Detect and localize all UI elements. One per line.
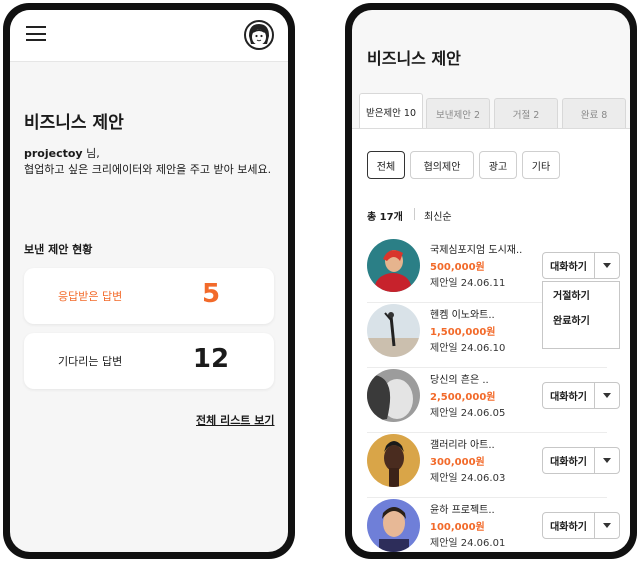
item-info: 당신의 흔은 .. 2,500,000원 제안일 24.06.05 — [430, 373, 505, 422]
section-title: 보낸 제안 현황 — [24, 243, 93, 256]
stat-card-answered[interactable]: 응답받은 답변 5 — [24, 268, 274, 324]
profile-avatar[interactable] — [244, 20, 274, 50]
right-screen: 비즈니스 제안 받은제안 10 보낸제안 2 거절 2 완료 8 전체 협의제안… — [352, 10, 630, 552]
chat-button[interactable]: 대화하기 — [543, 383, 595, 408]
item-info: 헨켐 이노와트.. 1,500,000원 제안일 24.06.10 — [430, 308, 505, 357]
tab-rejected[interactable]: 거절 2 — [494, 98, 558, 129]
item-title: 윤하 프로젝트.. — [430, 505, 495, 516]
chat-split-button: 대화하기 — [542, 252, 620, 279]
greeting-message: 협업하고 싶은 크리에이터와 제안을 주고 받아 보세요. — [24, 163, 272, 176]
caret-down-icon — [603, 523, 611, 528]
thumbnail-image — [367, 239, 420, 292]
list-item[interactable]: 갤러리라 아트.. 300,000원 제안일 24.06.03 대화하기 — [367, 433, 620, 498]
item-date: 제안일 24.06.11 — [430, 278, 506, 289]
greeting-username: projectoy — [24, 147, 83, 160]
filter-etc[interactable]: 기타 — [522, 151, 560, 179]
item-date: 제안일 24.06.10 — [430, 343, 506, 354]
item-date: 제안일 24.06.03 — [430, 473, 506, 484]
tab-divider — [352, 128, 630, 129]
divider — [414, 208, 415, 220]
sort-selector[interactable]: 최신순 — [424, 208, 452, 223]
greeting-text: projectoy 님, 협업하고 싶은 크리에이터와 제안을 주고 받아 보세… — [24, 146, 279, 178]
item-info: 국제심포지엄 도시재.. 500,000원 제안일 24.06.11 — [430, 243, 522, 292]
tab-sent[interactable]: 보낸제안 2 — [426, 98, 490, 129]
item-title: 국제심포지엄 도시재.. — [430, 245, 523, 256]
menu-icon[interactable] — [26, 26, 46, 41]
chat-button[interactable]: 대화하기 — [543, 253, 595, 278]
thumbnail-image — [367, 369, 420, 422]
item-date: 제안일 24.06.01 — [430, 538, 506, 549]
item-price: 1,500,000원 — [430, 327, 496, 338]
top-bar — [10, 10, 288, 62]
thumbnail-image — [367, 304, 420, 357]
stat-label: 기다리는 답변 — [58, 355, 123, 368]
item-info: 윤하 프로젝트.. 100,000원 제안일 24.06.01 — [430, 503, 505, 552]
left-screen: 비즈니스 제안 projectoy 님, 협업하고 싶은 크리에이터와 제안을 … — [10, 10, 288, 552]
item-title: 갤러리라 아트.. — [430, 440, 495, 451]
caret-down-icon — [603, 458, 611, 463]
chat-button[interactable]: 대화하기 — [543, 448, 595, 473]
left-phone-frame: 비즈니스 제안 projectoy 님, 협업하고 싶은 크리에이터와 제안을 … — [3, 3, 295, 559]
view-all-link[interactable]: 전체 리스트 보기 — [196, 412, 275, 428]
list-item[interactable]: 윤하 프로젝트.. 100,000원 제안일 24.06.01 대화하기 — [367, 498, 620, 552]
greeting-suffix: 님, — [82, 147, 100, 160]
stat-label: 응답받은 답변 — [58, 290, 123, 303]
page-title: 비즈니스 제안 — [367, 49, 461, 68]
tab-bar: 받은제안 10 보낸제안 2 거절 2 완료 8 — [359, 93, 629, 129]
chat-button[interactable]: 대화하기 — [543, 513, 595, 538]
dropdown-toggle[interactable] — [595, 253, 619, 278]
item-price: 500,000원 — [430, 262, 485, 273]
tab-completed[interactable]: 완료 8 — [562, 98, 626, 129]
dropdown-toggle[interactable] — [595, 383, 619, 408]
page-title: 비즈니스 제안 — [24, 113, 124, 133]
tab-received[interactable]: 받은제안 10 — [359, 93, 423, 129]
caret-down-icon — [603, 263, 611, 268]
right-phone-frame: 비즈니스 제안 받은제안 10 보낸제안 2 거절 2 완료 8 전체 협의제안… — [345, 3, 637, 559]
item-title: 당신의 흔은 .. — [430, 375, 489, 386]
item-info: 갤러리라 아트.. 300,000원 제안일 24.06.03 — [430, 438, 505, 487]
item-price: 300,000원 — [430, 457, 485, 468]
action-dropdown-menu: 거절하기 완료하기 — [542, 281, 620, 349]
chat-split-button: 대화하기 — [542, 512, 620, 539]
stat-value: 12 — [192, 344, 230, 374]
thumbnail-image — [367, 434, 420, 487]
menu-item-reject[interactable]: 거절하기 — [543, 282, 619, 307]
filter-all[interactable]: 전체 — [367, 151, 405, 179]
total-count: 총 17개 — [367, 212, 403, 223]
item-date: 제안일 24.06.05 — [430, 408, 506, 419]
menu-item-complete[interactable]: 완료하기 — [543, 307, 619, 332]
filter-ad[interactable]: 광고 — [479, 151, 517, 179]
item-title: 헨켐 이노와트.. — [430, 310, 495, 321]
caret-down-icon — [603, 393, 611, 398]
filter-negotiation[interactable]: 협의제안 — [410, 151, 474, 179]
stat-value: 5 — [201, 279, 221, 309]
item-price: 2,500,000원 — [430, 392, 496, 403]
stat-card-waiting[interactable]: 기다리는 답변 12 — [24, 333, 274, 389]
thumbnail-image — [367, 499, 420, 552]
dropdown-toggle[interactable] — [595, 448, 619, 473]
chat-split-button: 대화하기 — [542, 447, 620, 474]
list-item[interactable]: 당신의 흔은 .. 2,500,000원 제안일 24.06.05 대화하기 — [367, 368, 620, 433]
dropdown-toggle[interactable] — [595, 513, 619, 538]
item-price: 100,000원 — [430, 522, 485, 533]
chat-split-button: 대화하기 — [542, 382, 620, 409]
